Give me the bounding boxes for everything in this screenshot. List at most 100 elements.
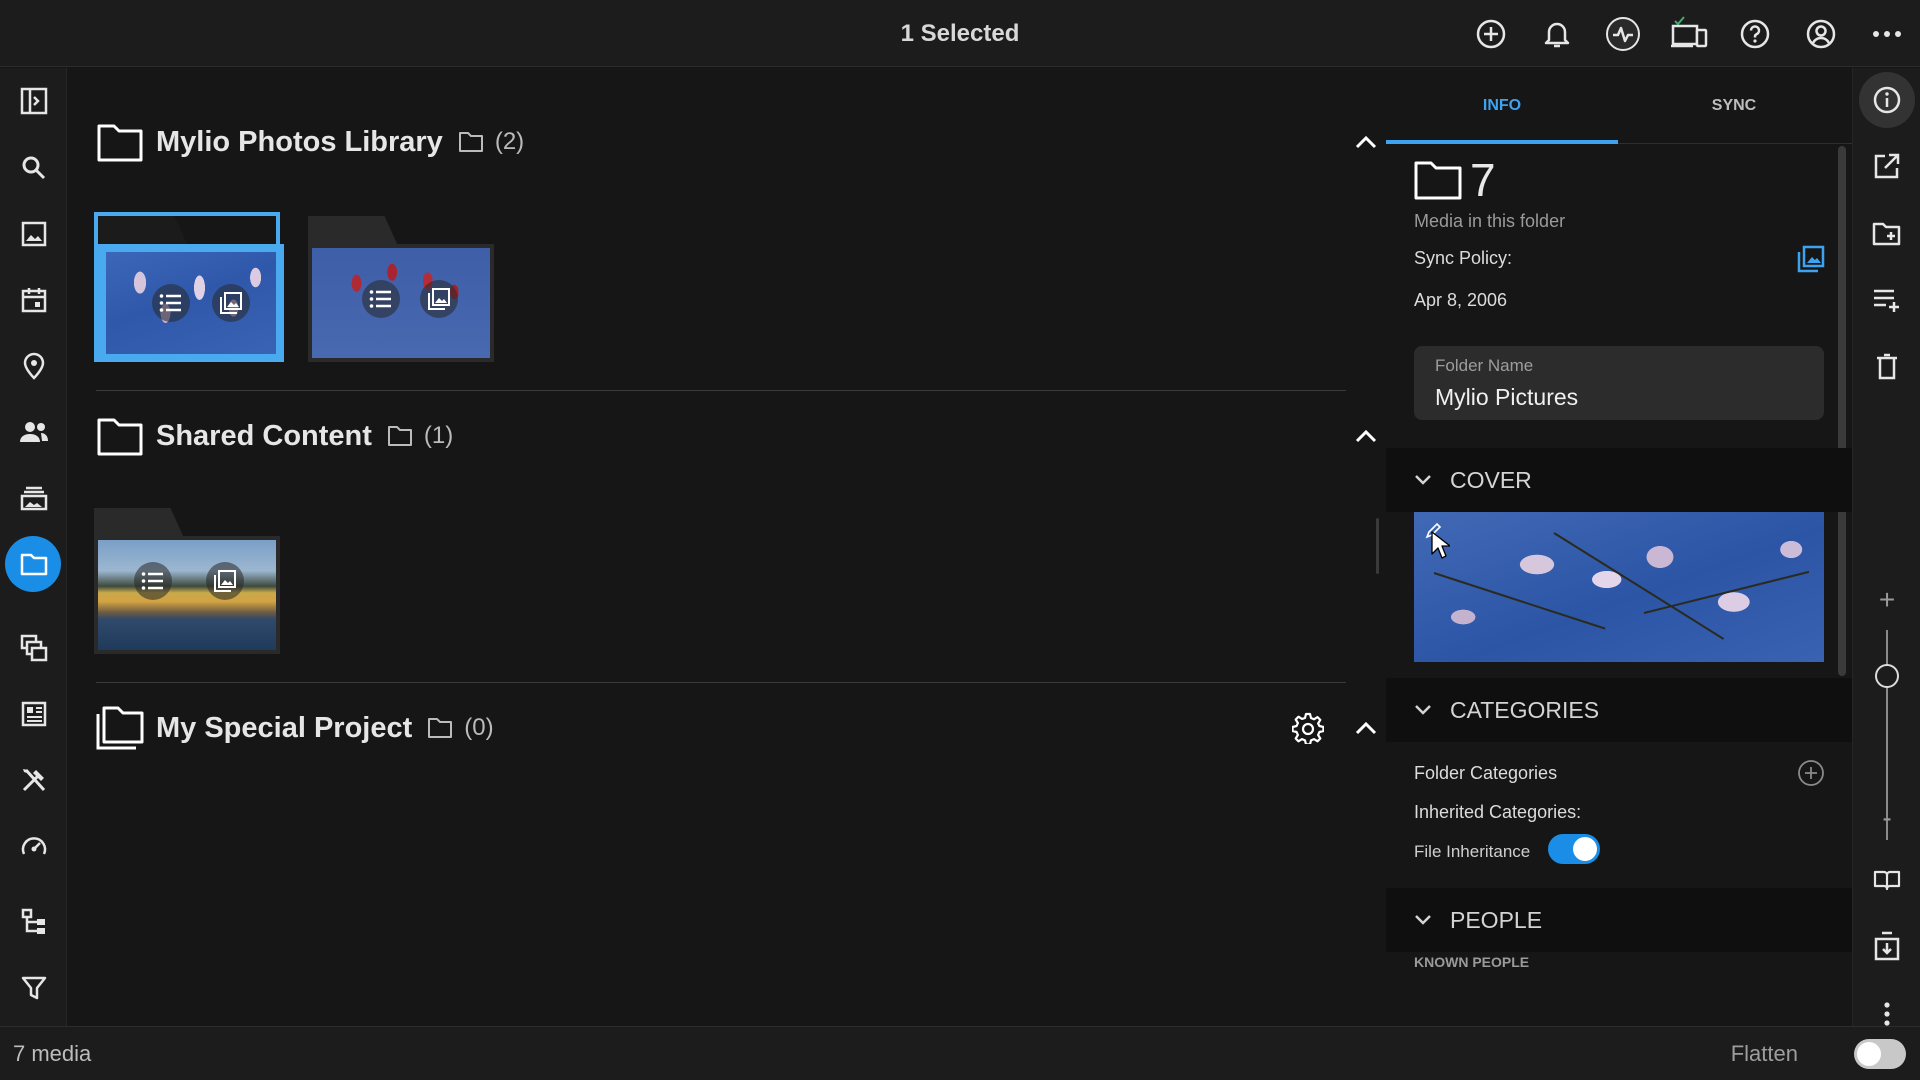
photos-icon[interactable] xyxy=(0,204,67,264)
folder-browser: Mylio Photos Library (2) Shared Content … xyxy=(68,68,1377,1026)
small-folder-icon xyxy=(457,128,485,156)
section-count: (1) xyxy=(423,422,454,449)
people-icon[interactable] xyxy=(0,402,67,462)
gallery-icon[interactable] xyxy=(212,284,250,322)
tools-icon[interactable] xyxy=(0,750,67,810)
account-icon[interactable] xyxy=(1788,0,1854,67)
duplicates-icon[interactable] xyxy=(0,618,67,678)
list-icon[interactable] xyxy=(362,280,400,318)
cover-header-label: COVER xyxy=(1450,466,1532,493)
folders-icon[interactable] xyxy=(0,534,67,594)
right-tool-rail: + - xyxy=(1852,68,1920,1026)
gear-icon[interactable] xyxy=(1288,708,1328,748)
add-to-list-icon[interactable] xyxy=(1853,272,1920,328)
categories-header-label: CATEGORIES xyxy=(1450,696,1600,723)
help-icon[interactable] xyxy=(1722,0,1788,67)
chevron-down-icon xyxy=(1408,465,1438,495)
book-icon[interactable] xyxy=(1853,852,1920,908)
chevron-down-icon xyxy=(1408,695,1438,725)
people-accordion-header[interactable]: PEOPLE xyxy=(1386,888,1852,952)
calendar-icon[interactable] xyxy=(0,270,67,330)
list-icon[interactable] xyxy=(152,284,190,322)
chevron-down-icon xyxy=(1408,905,1438,935)
add-icon[interactable] xyxy=(1458,0,1524,67)
chevron-up-icon[interactable] xyxy=(1346,708,1386,748)
map-pin-icon[interactable] xyxy=(0,336,67,396)
section-header-mylio-photos-library[interactable]: Mylio Photos Library (2) xyxy=(96,112,1426,172)
bell-icon[interactable] xyxy=(1524,0,1590,67)
section-header-my-special-project[interactable]: My Special Project (0) xyxy=(96,698,1426,758)
folder-thumbnail-wisteria[interactable] xyxy=(94,212,284,362)
section-count: (0) xyxy=(464,714,494,741)
file-inheritance-toggle[interactable] xyxy=(1548,834,1600,864)
folder-thumbnail-red-plant[interactable] xyxy=(308,216,494,362)
thumbnail-image xyxy=(312,248,490,358)
people-header-label: PEOPLE xyxy=(1450,906,1543,933)
folder-name-input[interactable] xyxy=(1435,382,1805,412)
section-count: (2) xyxy=(494,128,525,155)
open-external-icon[interactable] xyxy=(1853,138,1920,194)
panel-toggle-icon[interactable] xyxy=(0,71,67,131)
trash-icon[interactable] xyxy=(1853,338,1920,394)
activity-icon[interactable] xyxy=(1590,0,1656,67)
flatten-toggle[interactable] xyxy=(1854,1039,1906,1069)
folder-date: Apr 8, 2006 xyxy=(1414,290,1508,310)
sync-photos-icon[interactable] xyxy=(1794,242,1828,276)
dashboard-icon[interactable] xyxy=(0,684,67,744)
chevron-up-icon[interactable] xyxy=(1346,122,1386,162)
gallery-icon[interactable] xyxy=(206,562,244,600)
media-count: 7 xyxy=(1470,154,1496,206)
tab-info[interactable]: INFO xyxy=(1386,68,1618,144)
info-panel: INFO SYNC 7 Media in this folder Sync Po… xyxy=(1386,68,1852,1026)
section-title: Shared Content xyxy=(156,419,372,452)
mouse-cursor-icon xyxy=(1430,530,1450,560)
toggle-knob xyxy=(1857,1042,1881,1066)
folder-icon xyxy=(1414,159,1462,201)
folder-card xyxy=(308,244,494,362)
zoom-out-icon[interactable]: - xyxy=(1853,790,1920,846)
cover-image[interactable] xyxy=(1414,512,1824,662)
categories-accordion-header[interactable]: CATEGORIES xyxy=(1386,678,1852,742)
section-title: Mylio Photos Library xyxy=(156,125,443,158)
section-divider xyxy=(96,390,1346,391)
file-inheritance-label: File Inheritance xyxy=(1414,842,1531,861)
left-navigation-rail xyxy=(0,68,67,1026)
albums-icon[interactable] xyxy=(0,468,67,528)
folder-tab xyxy=(308,216,398,246)
section-header-shared-content[interactable]: Shared Content (1) xyxy=(96,406,1426,466)
active-tab-indicator xyxy=(1386,140,1618,144)
devices-icon[interactable] xyxy=(1656,0,1722,67)
list-icon[interactable] xyxy=(134,562,172,600)
panel-tabs: INFO SYNC xyxy=(1386,68,1852,144)
panel-resize-handle[interactable] xyxy=(1376,518,1379,574)
more-icon[interactable] xyxy=(1854,0,1920,67)
cover-accordion-header[interactable]: COVER xyxy=(1386,448,1852,512)
top-actions xyxy=(1458,0,1920,67)
zoom-in-icon[interactable]: + xyxy=(1853,572,1920,628)
folder-name-field[interactable]: Folder Name xyxy=(1414,346,1824,420)
folder-thumbnail-lake-town[interactable] xyxy=(94,508,280,654)
folder-tab xyxy=(94,508,184,538)
speed-icon[interactable] xyxy=(0,816,67,876)
folder-card xyxy=(98,244,284,362)
search-icon[interactable] xyxy=(0,138,67,198)
folder-name-label: Folder Name xyxy=(1435,356,1534,375)
zoom-slider-knob[interactable] xyxy=(1875,664,1899,688)
toggle-knob xyxy=(1573,837,1597,861)
import-icon[interactable] xyxy=(1853,918,1920,974)
filter-icon[interactable] xyxy=(0,958,67,1018)
add-category-icon[interactable] xyxy=(1794,756,1828,790)
info-icon[interactable] xyxy=(1853,72,1920,128)
inherited-categories-label: Inherited Categories: xyxy=(1414,802,1582,822)
add-folder-icon[interactable] xyxy=(1853,206,1920,262)
status-bar: 7 media Flatten xyxy=(0,1026,1920,1080)
scrollbar[interactable] xyxy=(1838,146,1846,676)
chevron-up-icon[interactable] xyxy=(1346,416,1386,456)
folders-stack-icon xyxy=(96,704,144,752)
tab-sync[interactable]: SYNC xyxy=(1618,68,1850,144)
folder-icon xyxy=(96,118,144,166)
top-bar: 1 Selected xyxy=(0,0,1920,67)
hierarchy-icon[interactable] xyxy=(0,892,67,952)
gallery-icon[interactable] xyxy=(420,280,458,318)
folder-icon xyxy=(96,412,144,460)
